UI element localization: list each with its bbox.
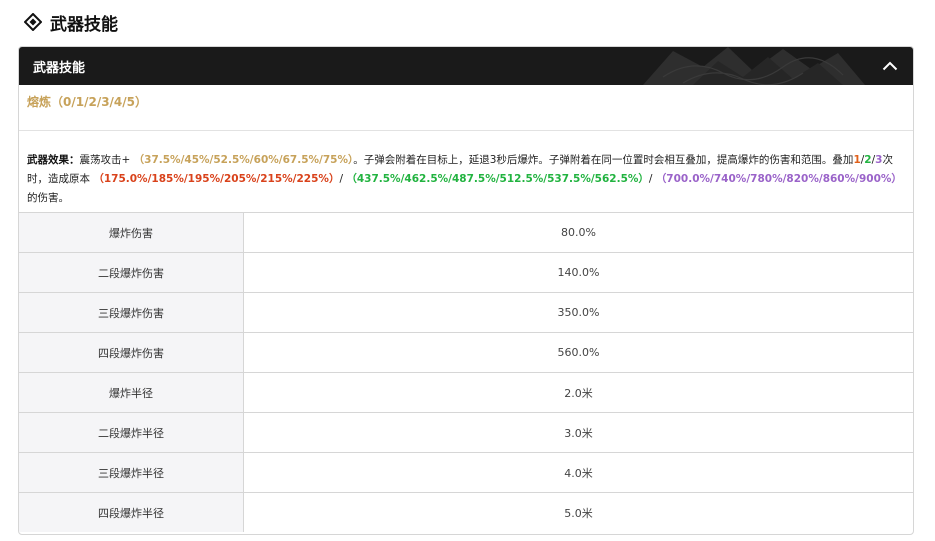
stat-value: 560.0% xyxy=(243,332,913,373)
stat-name: 爆炸半径 xyxy=(19,372,244,413)
stat-name: 二段爆炸伤害 xyxy=(19,252,244,293)
stat-value: 80.0% xyxy=(243,213,913,253)
stat-value: 2.0米 xyxy=(243,372,913,413)
table-row: 四段爆炸伤害 560.0% xyxy=(19,332,913,373)
stat-name: 爆炸伤害 xyxy=(19,213,244,253)
table-row: 二段爆炸半径 3.0米 xyxy=(19,412,913,453)
effect-segment: 震荡攻击+ xyxy=(79,154,134,166)
stat-name: 三段爆炸半径 xyxy=(19,452,244,493)
stat-value: 350.0% xyxy=(243,292,913,333)
stat-name: 四段爆炸半径 xyxy=(19,492,244,532)
effect-segment: 。子弹会附着在目标上，延退3秒后爆炸。子弹附着在同一位置时会相互叠加，提高爆炸的… xyxy=(353,154,854,166)
effect-segment: （437.5%/462.5%/487.5%/512.5%/537.5%/562.… xyxy=(346,173,649,185)
stat-name: 三段爆炸伤害 xyxy=(19,292,244,333)
effect-segment: 的伤害。 xyxy=(27,192,69,204)
section-title-text: 武器技能 xyxy=(50,14,118,35)
effect-segment: （37.5%/45%/52.5%/60%/67.5%/75%） xyxy=(133,154,354,166)
weapon-effect-description: 武器效果：震荡攻击+ （37.5%/45%/52.5%/60%/67.5%/75… xyxy=(19,131,913,213)
stat-name: 四段爆炸伤害 xyxy=(19,332,244,373)
stat-value: 3.0米 xyxy=(243,412,913,453)
page: 武器技能 武器技能 熔炼（0/1/2/3/4/5） 武器效果：震荡攻击+ （37… xyxy=(0,0,935,541)
weapon-skill-panel: 武器技能 熔炼（0/1/2/3/4/5） 武器效果：震荡攻击+ （37.5%/4… xyxy=(18,46,914,535)
stat-value: 5.0米 xyxy=(564,506,593,520)
diamond-icon xyxy=(24,13,42,31)
chevron-up-icon[interactable] xyxy=(879,55,901,77)
effect-segment: 2 xyxy=(864,154,872,166)
effect-segment: （175.0%/185%/195%/205%/215%/225%） xyxy=(93,173,340,185)
effect-label: 武器效果： xyxy=(27,154,80,166)
effect-segment: 1 xyxy=(853,154,861,166)
table-row: 二段爆炸伤害 140.0% xyxy=(19,252,913,293)
table-row: 三段爆炸伤害 350.0% xyxy=(19,292,913,333)
stat-value: 140.0% xyxy=(243,252,913,293)
refine-levels: 熔炼（0/1/2/3/4/5） xyxy=(19,85,913,131)
effect-segment: / xyxy=(648,173,656,185)
effect-segment: （700.0%/740%/780%/820%/860%/900%） xyxy=(655,173,902,185)
table-row: 三段爆炸半径 4.0米 xyxy=(19,452,913,493)
stat-name: 二段爆炸半径 xyxy=(19,412,244,453)
table-row: 爆炸伤害 80.0% xyxy=(19,213,913,253)
table-row: 爆炸半径 2.0米 xyxy=(19,372,913,413)
table-row: 四段爆炸半径 5.0米 xyxy=(19,492,913,532)
panel-header-title: 武器技能 xyxy=(33,60,86,76)
header-art-decoration xyxy=(643,47,865,85)
panel-header[interactable]: 武器技能 xyxy=(19,47,913,85)
refine-label: 熔炼（0/1/2/3/4/5） xyxy=(27,95,148,109)
stat-value: 4.0米 xyxy=(243,452,913,493)
section-title: 武器技能 xyxy=(24,8,118,36)
stats-table: 爆炸伤害 80.0% 二段爆炸伤害 140.0% 三段爆炸伤害 350.0% 四… xyxy=(19,213,913,532)
